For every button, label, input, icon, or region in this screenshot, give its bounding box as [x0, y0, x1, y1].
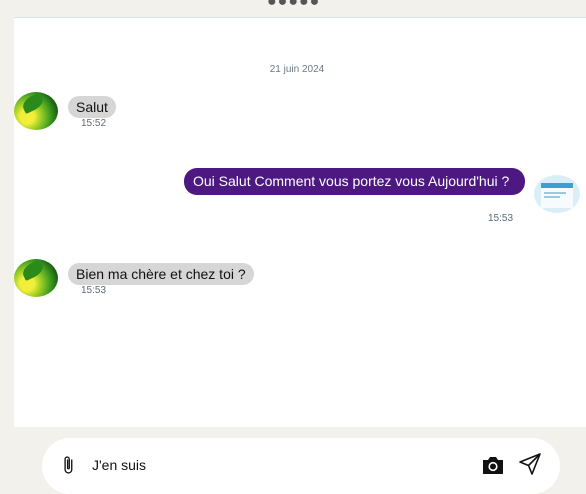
send-icon[interactable] [518, 452, 542, 476]
contact-avatar[interactable] [14, 259, 58, 297]
paperclip-icon[interactable] [58, 453, 78, 477]
message-bubble-incoming: Bien ma chère et chez toi ? [68, 263, 254, 285]
message-bubble-outgoing: Oui Salut Comment vous portez vous Aujou… [184, 168, 525, 195]
message-time: 15:52 [81, 118, 107, 129]
contact-avatar[interactable] [14, 92, 58, 130]
message-composer [42, 438, 560, 494]
date-separator: 21 juin 2024 [269, 64, 325, 75]
message-bubble-incoming: Salut [68, 96, 116, 118]
user-avatar[interactable] [534, 175, 580, 213]
chat-panel: 21 juin 2024 Salut 15:52 Oui Salut Comme… [14, 17, 586, 427]
message-input[interactable] [92, 454, 422, 476]
camera-icon[interactable] [481, 454, 505, 476]
message-time: 15:53 [488, 213, 514, 224]
message-time: 15:53 [81, 285, 107, 296]
header-dots: ●●●●● [267, 0, 321, 10]
